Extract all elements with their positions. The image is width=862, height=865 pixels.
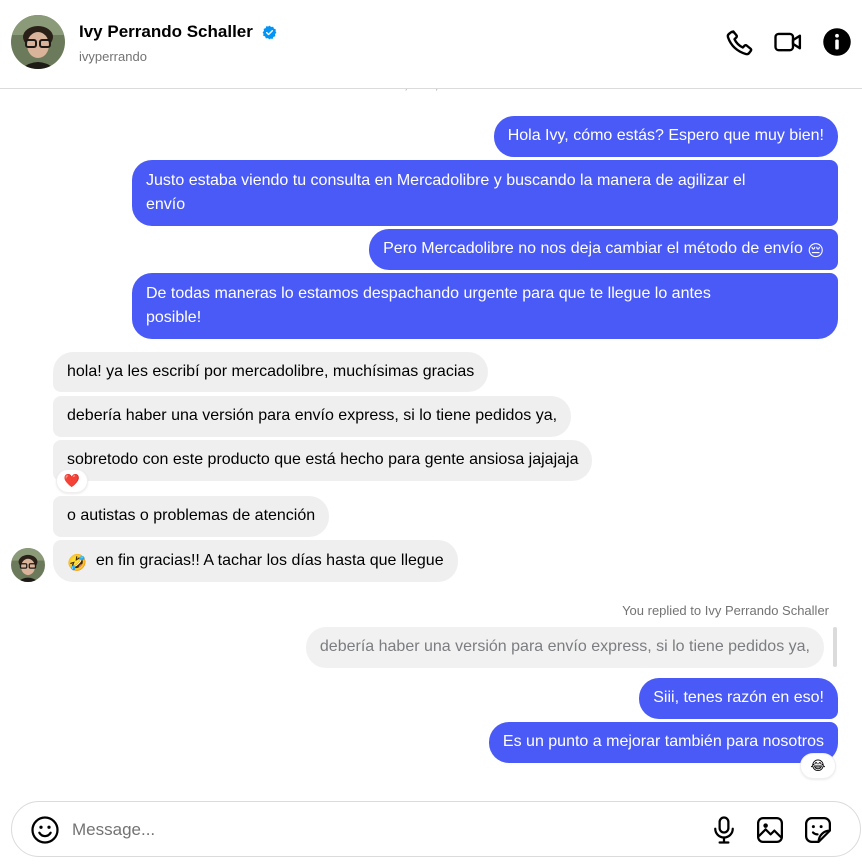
message-composer bbox=[11, 801, 861, 857]
microphone-icon[interactable] bbox=[709, 815, 739, 845]
message-outgoing[interactable]: Hola Ivy, cómo estás? Espero que muy bie… bbox=[493, 116, 838, 157]
message-text: Es un punto a mejorar también para nosot… bbox=[502, 733, 824, 750]
contact-avatar-small[interactable] bbox=[11, 548, 45, 582]
message-text-line: envío bbox=[146, 196, 186, 213]
sticker-icon[interactable] bbox=[803, 815, 833, 845]
info-icon[interactable] bbox=[822, 27, 852, 57]
chat-header: Ivy Perrando Schaller ivyperrando bbox=[0, 0, 862, 89]
reply-context-bubble[interactable]: debería haber una versión para envío exp… bbox=[305, 627, 824, 668]
message-text: debería haber una versión para envío exp… bbox=[67, 407, 558, 424]
reply-context-text: debería haber una versión para envío exp… bbox=[319, 638, 810, 655]
message-input[interactable] bbox=[72, 816, 672, 844]
reply-label: You replied to Ivy Perrando Schaller bbox=[622, 603, 829, 618]
reaction-emoji: ❤️ bbox=[63, 473, 81, 488]
message-incoming[interactable]: o autistas o problemas de atención bbox=[53, 496, 330, 537]
reaction-emoji: 😂 bbox=[810, 758, 826, 773]
message-incoming[interactable]: debería haber una versión para envío exp… bbox=[53, 396, 572, 437]
phone-icon[interactable] bbox=[725, 27, 755, 57]
message-text: hola! ya les escribí por mercadolibre, m… bbox=[67, 363, 475, 380]
video-camera-icon[interactable] bbox=[773, 27, 803, 57]
message-text: Siii, tenes razón en eso! bbox=[653, 689, 824, 706]
message-text: Hola Ivy, cómo estás? Espero que muy bie… bbox=[507, 127, 824, 144]
message-outgoing[interactable]: De todas maneras lo estamos despachando … bbox=[132, 273, 838, 339]
heart-reaction-icon[interactable]: ❤️ bbox=[56, 469, 88, 493]
message-outgoing[interactable]: Pero Mercadolibre no nos deja cambiar el… bbox=[369, 229, 838, 270]
laughing-reaction-icon[interactable]: 😂 bbox=[800, 753, 836, 779]
message-text: o autistas o problemas de atención bbox=[67, 507, 316, 524]
message-outgoing[interactable]: Es un punto a mejorar también para nosot… bbox=[488, 722, 838, 763]
contact-avatar[interactable] bbox=[11, 15, 65, 69]
message-text-line: De todas maneras lo estamos despachando … bbox=[146, 285, 711, 302]
contact-name[interactable]: Ivy Perrando Schaller bbox=[79, 22, 253, 42]
emoji-icon[interactable] bbox=[30, 815, 60, 845]
message-incoming[interactable]: hola! ya les escribí por mercadolibre, m… bbox=[53, 352, 489, 392]
verified-badge-icon bbox=[262, 25, 277, 39]
message-text: sobretodo con este producto que está hec… bbox=[67, 451, 579, 468]
rolling-laughing-emoji-icon: 🤣 bbox=[67, 555, 87, 572]
message-text: en fin gracias!! A tachar los días hasta… bbox=[95, 552, 444, 569]
message-outgoing[interactable]: Siii, tenes razón en eso! bbox=[639, 678, 838, 719]
contact-username: ivyperrando bbox=[79, 49, 147, 64]
message-incoming[interactable]: 🤣 en fin gracias!! A tachar los días has… bbox=[53, 540, 458, 582]
message-text-line: Justo estaba viendo tu consulta en Merca… bbox=[146, 172, 746, 189]
image-icon[interactable] bbox=[755, 815, 785, 845]
reply-indicator-bar bbox=[833, 627, 837, 667]
message-text-line: posible! bbox=[146, 309, 202, 326]
pensive-face-emoji-icon: 😔 bbox=[807, 243, 824, 260]
message-outgoing[interactable]: Justo estaba viendo tu consulta en Merca… bbox=[132, 160, 838, 226]
message-incoming[interactable]: sobretodo con este producto que está hec… bbox=[53, 440, 593, 481]
message-text: Pero Mercadolibre no nos deja cambiar el… bbox=[383, 240, 803, 257]
contact-name-row[interactable]: Ivy Perrando Schaller bbox=[79, 22, 277, 42]
